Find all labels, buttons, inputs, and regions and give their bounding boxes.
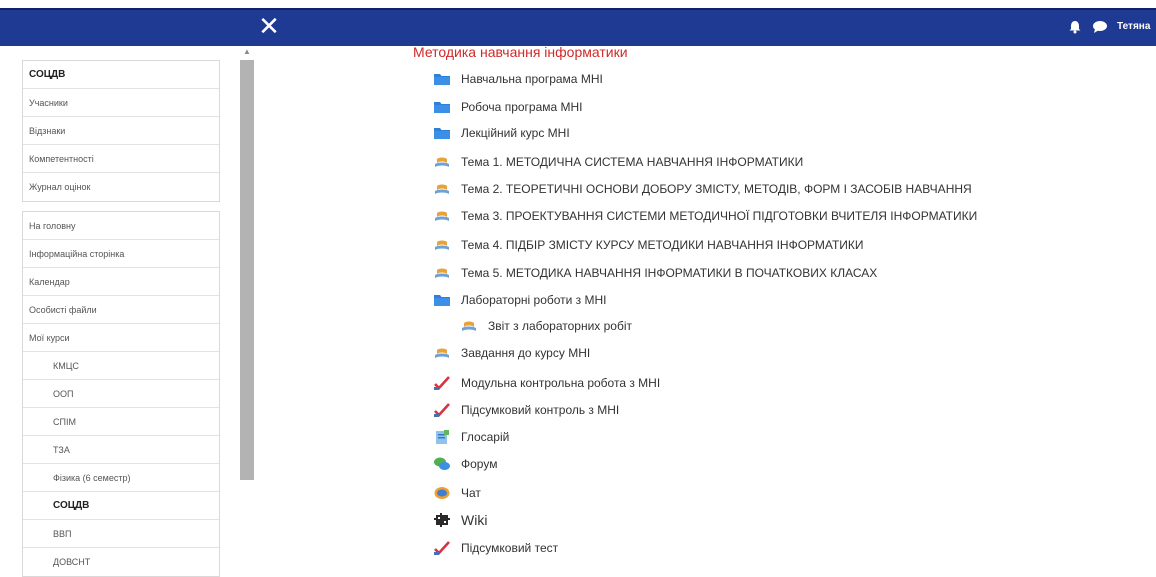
activity-item[interactable]: Звіт з лабораторних робіт xyxy=(460,315,632,337)
activity-link[interactable]: Підсумковий тест xyxy=(461,541,558,555)
folder-icon xyxy=(433,292,451,308)
activity-link[interactable]: Тема 1. МЕТОДИЧНА СИСТЕМА НАВЧАННЯ ІНФОР… xyxy=(461,155,803,169)
nav-drawer: СОЦДВ Учасники Відзнаки Компетентності Журна… xyxy=(0,46,240,577)
sidebar-item[interactable]: СПІМ xyxy=(23,408,219,436)
sidebar-item[interactable]: ООП xyxy=(23,380,219,408)
quiz-icon xyxy=(433,540,451,556)
activity-item[interactable]: Тема 2. ТЕОРЕТИЧНІ ОСНОВИ ДОБОРУ ЗМІСТУ,… xyxy=(433,178,972,200)
drawer-scrollbar[interactable] xyxy=(240,60,254,480)
activity-link[interactable]: Глосарій xyxy=(461,430,509,444)
activity-link[interactable]: Тема 3. ПРОЕКТУВАННЯ СИСТЕМИ МЕТОДИЧНОЇ … xyxy=(461,209,977,223)
wiki-icon xyxy=(433,512,451,528)
chat-activity-icon xyxy=(433,485,451,501)
folder-icon xyxy=(433,99,451,115)
activity-link[interactable]: Лекційний курс МНІ xyxy=(461,126,570,140)
quiz-icon xyxy=(433,402,451,418)
activity-link[interactable]: Звіт з лабораторних робіт xyxy=(488,319,632,333)
activity-link[interactable]: Чат xyxy=(461,486,481,500)
sidebar-item[interactable]: Учасники xyxy=(23,89,219,117)
close-drawer-button[interactable]: ✕ xyxy=(256,14,282,40)
activity-item[interactable]: Модульна контрольна робота з МНІ xyxy=(433,372,660,394)
sidebar-item[interactable]: Журнал оцінок xyxy=(23,173,219,201)
site-nav-group: На головну Інформаційна сторінка Календар О… xyxy=(22,211,220,577)
sidebar-item[interactable]: Календар xyxy=(23,268,219,296)
activity-link[interactable]: Підсумковий контроль з МНІ xyxy=(461,403,619,417)
activity-link[interactable]: Форум xyxy=(461,457,497,471)
activity-link[interactable]: Навчальна програма МНІ xyxy=(461,72,603,86)
activity-link[interactable]: Тема 2. ТЕОРЕТИЧНІ ОСНОВИ ДОБОРУ ЗМІСТУ,… xyxy=(461,182,972,196)
sidebar-item[interactable]: ТЗА xyxy=(23,436,219,464)
folder-icon xyxy=(433,71,451,87)
lesson-icon xyxy=(433,265,451,281)
scroll-up-arrow[interactable]: ▲ xyxy=(243,48,251,56)
sidebar-item[interactable]: Особисті файли xyxy=(23,296,219,324)
sidebar-item[interactable]: СОЦДВ xyxy=(23,492,219,520)
sidebar-item[interactable]: На головну xyxy=(23,212,219,240)
glossary-icon xyxy=(433,429,451,445)
lesson-icon xyxy=(460,318,478,334)
activity-item[interactable]: Глосарій xyxy=(433,426,509,448)
sidebar-item[interactable]: Мої курси xyxy=(23,324,219,352)
sidebar-item[interactable]: СОЦДВ xyxy=(23,61,219,89)
sidebar-item[interactable]: Відзнаки xyxy=(23,117,219,145)
lesson-icon xyxy=(433,345,451,361)
sidebar-item[interactable]: Фізика (6 семестр) xyxy=(23,464,219,492)
activity-item[interactable]: Підсумковий контроль з МНІ xyxy=(433,399,619,421)
activity-item[interactable]: Лабораторні роботи з МНІ xyxy=(433,289,607,311)
lesson-icon xyxy=(433,208,451,224)
lesson-icon xyxy=(433,181,451,197)
sidebar-item[interactable]: КМЦС xyxy=(23,352,219,380)
bell-icon[interactable] xyxy=(1068,20,1082,34)
activity-link[interactable]: Лабораторні роботи з МНІ xyxy=(461,293,607,307)
activity-item[interactable]: Робоча програма МНІ xyxy=(433,96,583,118)
chat-icon[interactable] xyxy=(1092,20,1108,34)
activity-item[interactable]: Завдання до курсу МНІ xyxy=(433,342,590,364)
activity-item[interactable]: Чат xyxy=(433,482,481,504)
activity-item[interactable]: Wiki xyxy=(433,509,487,531)
activity-link[interactable]: Завдання до курсу МНІ xyxy=(461,346,590,360)
lesson-icon xyxy=(433,237,451,253)
quiz-icon xyxy=(433,375,451,391)
activity-item[interactable]: Форум xyxy=(433,453,497,475)
activity-link[interactable]: Робоча програма МНІ xyxy=(461,100,583,114)
activity-link[interactable]: Тема 4. ПІДБІР ЗМІСТУ КУРСУ МЕТОДИКИ НАВ… xyxy=(461,238,864,252)
activity-link[interactable]: Модульна контрольна робота з МНІ xyxy=(461,376,660,390)
folder-icon xyxy=(433,125,451,141)
activity-link[interactable]: Тема 5. МЕТОДИКА НАВЧАННЯ ІНФОРМАТИКИ В … xyxy=(461,266,877,280)
course-nav-group: СОЦДВ Учасники Відзнаки Компетентності Журна… xyxy=(22,60,220,202)
sidebar-item[interactable]: Компетентності xyxy=(23,145,219,173)
activity-item[interactable]: Навчальна програма МНІ xyxy=(433,68,603,90)
activity-item[interactable]: Тема 4. ПІДБІР ЗМІСТУ КУРСУ МЕТОДИКИ НАВ… xyxy=(433,234,864,256)
lesson-icon xyxy=(433,154,451,170)
course-title: Методика навчання інформатики xyxy=(413,44,628,60)
forum-icon xyxy=(433,456,451,472)
sidebar-item[interactable]: Інформаційна сторінка xyxy=(23,240,219,268)
activity-item[interactable]: Тема 3. ПРОЕКТУВАННЯ СИСТЕМИ МЕТОДИЧНОЇ … xyxy=(433,205,977,227)
activity-item[interactable]: Тема 5. МЕТОДИКА НАВЧАННЯ ІНФОРМАТИКИ В … xyxy=(433,262,877,284)
user-menu[interactable]: Тетяна xyxy=(1117,21,1150,32)
top-navbar: ✕ Тетяна xyxy=(0,8,1156,46)
sidebar-item[interactable]: ДОВСНТ xyxy=(23,548,219,576)
activity-item[interactable]: Тема 1. МЕТОДИЧНА СИСТЕМА НАВЧАННЯ ІНФОР… xyxy=(433,151,803,173)
activity-item[interactable]: Лекційний курс МНІ xyxy=(433,122,570,144)
activity-link[interactable]: Wiki xyxy=(461,512,487,528)
sidebar-item[interactable]: ВВП xyxy=(23,520,219,548)
activity-item[interactable]: Підсумковий тест xyxy=(433,537,558,559)
